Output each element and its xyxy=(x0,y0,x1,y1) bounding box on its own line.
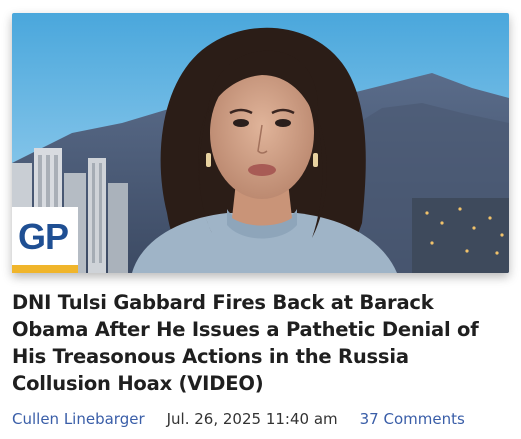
logo-stripe xyxy=(12,265,78,273)
article-meta: Cullen Linebarger Jul. 26, 2025 11:40 am 3… xyxy=(12,409,512,429)
gp-logo-text: GP xyxy=(18,216,69,257)
article-card: GP DNI Tulsi Gabbard Fires Back at Barac… xyxy=(0,0,521,439)
comments-link[interactable]: 37 Comments xyxy=(360,410,465,428)
article-headline[interactable]: DNI Tulsi Gabbard Fires Back at Barack O… xyxy=(12,289,502,397)
author-link[interactable]: Cullen Linebarger xyxy=(12,410,145,428)
featured-image[interactable] xyxy=(12,13,509,273)
publish-date: Jul. 26, 2025 11:40 am xyxy=(166,410,338,428)
gp-logo-badge: GP xyxy=(12,207,78,273)
